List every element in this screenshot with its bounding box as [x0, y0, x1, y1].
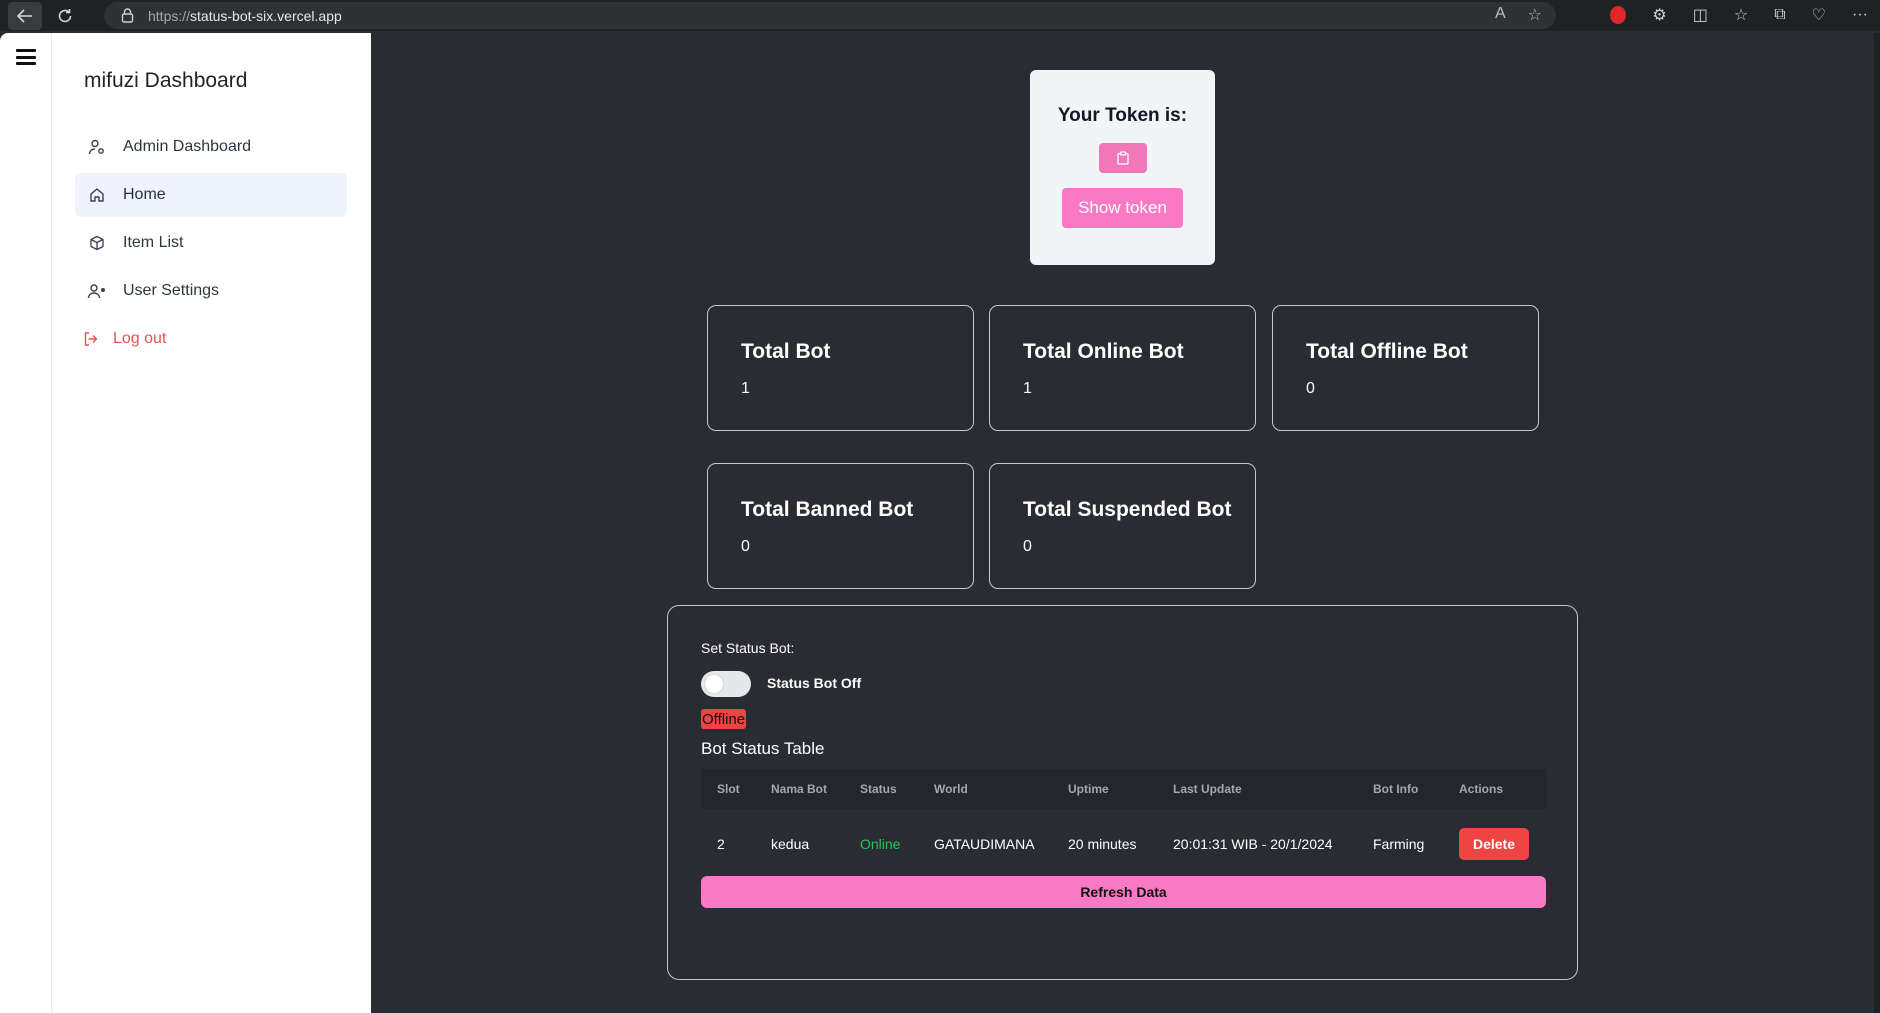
column-header-status: Status	[860, 782, 897, 796]
stat-label: Total Suspended Bot	[1023, 498, 1232, 521]
sidebar-item-item-list[interactable]: Item List	[75, 221, 347, 265]
browser-essentials-icon[interactable]: ♡	[1812, 5, 1826, 25]
sidebar-brand: mifuzi Dashboard	[84, 69, 248, 92]
more-menu-icon[interactable]: ···	[1852, 6, 1868, 24]
stat-card-total-suspended-bot: Total Suspended Bot 0	[989, 463, 1256, 589]
table-title: Bot Status Table	[701, 739, 825, 758]
table-row: 2 kedua Online GATAUDIMANA 20 minutes 20…	[701, 809, 1546, 879]
sidebar-item-label: Home	[123, 186, 166, 203]
sidebar-item-label: Item List	[123, 234, 184, 251]
cell-status: Online	[860, 836, 901, 852]
cell-uptime: 20 minutes	[1068, 836, 1137, 852]
stat-card-total-online-bot: Total Online Bot 1	[989, 305, 1256, 431]
column-header-nama-bot: Nama Bot	[771, 782, 828, 796]
column-header-uptime: Uptime	[1068, 782, 1109, 796]
show-token-button[interactable]: Show token	[1062, 188, 1183, 228]
cell-nama-bot: kedua	[771, 836, 810, 852]
offline-status-badge: Offline	[701, 709, 747, 729]
extension-icon[interactable]	[1610, 6, 1627, 24]
stat-value: 1	[1023, 380, 1032, 397]
logout-label: Log out	[113, 330, 167, 347]
stat-label: Total Banned Bot	[741, 498, 914, 521]
column-header-actions: Actions	[1459, 782, 1504, 796]
arrow-left-icon	[16, 8, 32, 23]
token-title: Your Token is:	[1057, 105, 1188, 126]
user-settings-icon	[87, 281, 107, 301]
clipboard-icon	[1116, 151, 1129, 165]
collections-icon[interactable]: ⧉	[1774, 6, 1785, 24]
box-icon	[87, 233, 107, 253]
user-cog-icon	[87, 137, 107, 157]
stat-value: 0	[1023, 538, 1032, 555]
stat-card-total-banned-bot: Total Banned Bot 0	[707, 463, 974, 589]
sidebar-item-label: Admin Dashboard	[123, 138, 252, 155]
toggle-knob	[704, 674, 724, 694]
reload-button[interactable]	[48, 2, 82, 30]
set-status-label: Set Status Bot:	[701, 640, 795, 656]
split-screen-icon[interactable]: ◫	[1693, 5, 1708, 25]
lock-icon	[114, 8, 140, 23]
status-bot-toggle[interactable]	[701, 671, 751, 697]
scrollbar-track[interactable]	[1874, 33, 1880, 1013]
stat-label: Total Bot	[741, 340, 831, 363]
favorites-icon[interactable]: ☆	[1734, 5, 1748, 25]
extensions-puzzle-icon[interactable]: ⚙	[1652, 5, 1666, 25]
column-header-last-update: Last Update	[1173, 782, 1242, 796]
cell-world: GATAUDIMANA	[934, 836, 1035, 852]
token-card: Your Token is: Show token	[1030, 70, 1215, 265]
url-text: https://status-bot-six.vercel.app	[148, 7, 342, 24]
sidebar-item-home[interactable]: Home	[75, 173, 347, 217]
stat-value: 0	[1306, 380, 1315, 397]
sidebar-item-label: User Settings	[123, 282, 220, 299]
bot-status-panel: Set Status Bot: Status Bot Off Offline B…	[667, 605, 1578, 980]
table-header-row: Slot Nama Bot Status World Uptime Last U…	[701, 769, 1546, 809]
browser-toolbar: https://status-bot-six.vercel.app A ☆ ⚙ …	[0, 0, 1880, 31]
address-bar[interactable]: https://status-bot-six.vercel.app A ☆	[104, 2, 1556, 29]
sidebar-menu: Admin Dashboard Home Item List User Sett…	[75, 125, 347, 365]
stat-value: 1	[741, 380, 750, 397]
cell-actions: Delete	[1444, 828, 1546, 860]
cell-bot-info: Farming	[1373, 836, 1425, 852]
back-button[interactable]	[8, 1, 42, 30]
refresh-data-button[interactable]: Refresh Data	[701, 876, 1546, 908]
bot-status-table: Slot Nama Bot Status World Uptime Last U…	[701, 769, 1546, 879]
page-content: mifuzi Dashboard Admin Dashboard Home It…	[0, 33, 1874, 1013]
read-aloud-icon[interactable]: A	[1495, 5, 1506, 25]
home-icon	[87, 185, 107, 205]
toggle-label: Status Bot Off	[767, 675, 862, 691]
favorite-star-icon[interactable]: ☆	[1528, 5, 1542, 25]
logout-button[interactable]: Log out	[75, 317, 347, 361]
stat-card-total-offline-bot: Total Offline Bot 0	[1272, 305, 1539, 431]
column-header-world: World	[934, 782, 968, 796]
column-header-bot-info: Bot Info	[1373, 782, 1419, 796]
stat-label: Total Online Bot	[1023, 340, 1184, 363]
column-header-slot: Slot	[717, 782, 740, 796]
hamburger-menu-icon[interactable]	[16, 49, 36, 65]
sidebar-item-user-settings[interactable]: User Settings	[75, 269, 347, 313]
sidebar: mifuzi Dashboard Admin Dashboard Home It…	[51, 33, 371, 1013]
cell-last-update: 20:01:31 WIB - 20/1/2024	[1173, 836, 1333, 852]
sidebar-rail	[0, 33, 51, 1013]
logout-icon	[81, 329, 101, 349]
cell-slot: 2	[717, 836, 725, 852]
delete-button[interactable]: Delete	[1459, 828, 1529, 860]
reload-icon	[58, 8, 72, 22]
stat-value: 0	[741, 538, 750, 555]
copy-token-button[interactable]	[1098, 143, 1147, 173]
stat-card-total-bot: Total Bot 1	[707, 305, 974, 431]
sidebar-item-admin-dashboard[interactable]: Admin Dashboard	[75, 125, 347, 169]
stat-label: Total Offline Bot	[1306, 340, 1468, 363]
